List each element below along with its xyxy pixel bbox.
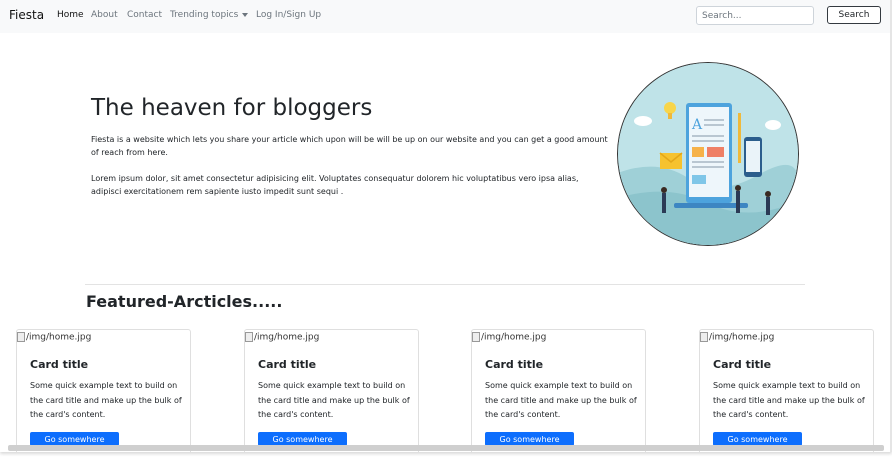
- go-somewhere-button[interactable]: Go somewhere: [30, 432, 119, 446]
- caret-down-icon: [242, 12, 249, 17]
- card-image: /img/home.jpg: [17, 332, 91, 343]
- broken-image-icon: [17, 332, 25, 342]
- card-image: /img/home.jpg: [245, 332, 319, 343]
- nav-link-contact[interactable]: Contact: [127, 10, 162, 20]
- svg-text:A: A: [691, 117, 703, 133]
- nav-dropdown-trending[interactable]: Trending topics: [170, 10, 249, 20]
- broken-image-icon: [245, 332, 253, 342]
- search-input[interactable]: [696, 6, 814, 25]
- hero-description: Fiesta is a website which lets you share…: [91, 135, 608, 157]
- card-image-alt: /img/home.jpg: [26, 332, 92, 343]
- broken-image-icon: [700, 332, 708, 342]
- go-somewhere-button[interactable]: Go somewhere: [713, 432, 802, 446]
- card-image-alt: /img/home.jpg: [481, 332, 547, 343]
- hero-illustration: A: [617, 62, 799, 246]
- article-card: /img/home.jpg Card title Some quick exam…: [699, 329, 874, 452]
- card-title: Card title: [30, 358, 89, 371]
- section-divider: [85, 284, 805, 285]
- nav-dropdown-trending-label: Trending topics: [170, 10, 239, 20]
- hero-lorem-text: Lorem ipsum dolor, sit amet consectetur …: [91, 174, 579, 196]
- card-title: Card title: [713, 358, 772, 371]
- article-card: /img/home.jpg Card title Some quick exam…: [471, 329, 646, 452]
- broken-image-icon: [472, 332, 480, 342]
- hero-title: The heaven for bloggers: [91, 95, 373, 121]
- article-card: /img/home.jpg Card title Some quick exam…: [16, 329, 191, 452]
- card-title: Card title: [485, 358, 544, 371]
- navbar: Fiesta Home About Contact Trending topic…: [0, 0, 890, 33]
- blogging-illustration-icon: A: [618, 63, 798, 245]
- page: Fiesta Home About Contact Trending topic…: [0, 0, 892, 452]
- card-text: Some quick example text to build on the …: [30, 381, 182, 419]
- nav-link-about[interactable]: About: [91, 10, 118, 20]
- card-text: Some quick example text to build on the …: [258, 381, 410, 419]
- article-card: /img/home.jpg Card title Some quick exam…: [244, 329, 419, 452]
- horizontal-scrollbar[interactable]: [8, 445, 884, 451]
- card-image: /img/home.jpg: [700, 332, 774, 343]
- card-image: /img/home.jpg: [472, 332, 546, 343]
- nav-link-login-signup[interactable]: Log In/Sign Up: [256, 10, 321, 20]
- search-button[interactable]: Search: [827, 6, 881, 24]
- go-somewhere-button[interactable]: Go somewhere: [258, 432, 347, 446]
- card-title: Card title: [258, 358, 317, 371]
- go-somewhere-button[interactable]: Go somewhere: [485, 432, 574, 446]
- card-image-alt: /img/home.jpg: [254, 332, 320, 343]
- card-image-alt: /img/home.jpg: [709, 332, 775, 343]
- featured-title: Featured-Arcticles.....: [86, 292, 283, 311]
- card-text: Some quick example text to build on the …: [485, 381, 637, 419]
- nav-link-home[interactable]: Home: [57, 10, 84, 20]
- card-text: Some quick example text to build on the …: [713, 381, 865, 419]
- brand-logo[interactable]: Fiesta: [9, 8, 44, 22]
